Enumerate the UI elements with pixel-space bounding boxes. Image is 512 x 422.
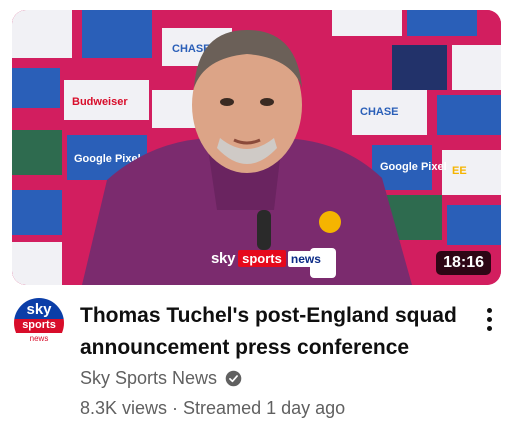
backdrop-logo-budweiser: Budweiser [72, 96, 128, 108]
view-count: 8.3K views [80, 398, 168, 418]
avatar-line-news: news [29, 334, 49, 343]
video-metadata: 8.3K views · Streamed 1 day ago [80, 398, 345, 419]
backdrop-logo-ee: EE [452, 165, 467, 177]
channel-info[interactable]: Sky Sports News [80, 368, 242, 389]
watermark-sports: sports [238, 250, 286, 267]
thumbnail-image: CHASE Google Pixel CHASE Google Pixel EE… [12, 10, 501, 285]
avatar-line-sports: sports [22, 319, 56, 331]
channel-avatar[interactable]: sky sports news [14, 298, 64, 348]
video-thumbnail[interactable]: CHASE Google Pixel CHASE Google Pixel EE… [12, 10, 501, 285]
watermark-sky: sky [211, 250, 236, 267]
verified-check-icon [225, 370, 242, 387]
watermark-news: news [287, 250, 324, 267]
published-time: Streamed 1 day ago [183, 398, 346, 418]
duration-badge: 18:16 [436, 251, 491, 275]
channel-name[interactable]: Sky Sports News [80, 368, 217, 389]
meta-separator: · [172, 398, 179, 418]
video-title[interactable]: Thomas Tuchel's post-England squad annou… [80, 300, 458, 364]
avatar-line-sky: sky [26, 301, 52, 318]
backdrop-logo-chase-2: CHASE [360, 106, 399, 118]
more-vertical-icon[interactable] [478, 304, 500, 334]
channel-watermark: sky sports news [211, 250, 324, 267]
backdrop-logo-google-2: Google Pixel [380, 161, 447, 173]
